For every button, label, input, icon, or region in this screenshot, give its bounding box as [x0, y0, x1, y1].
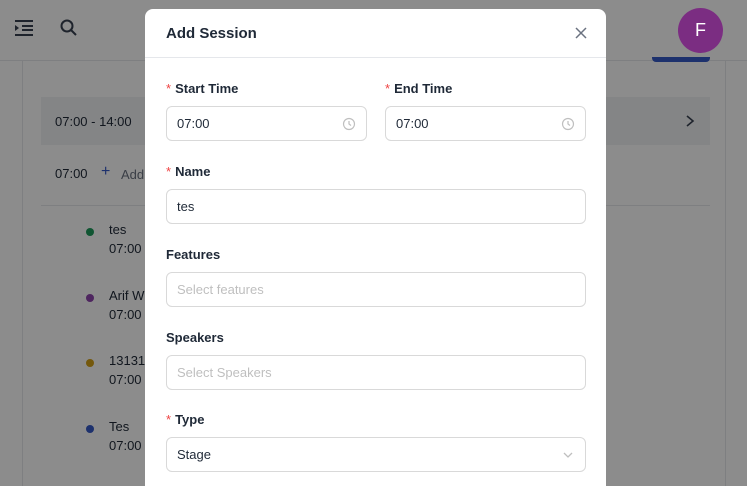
speakers-select[interactable]: Select Speakers: [166, 355, 586, 390]
features-select[interactable]: Select features: [166, 272, 586, 307]
avatar-initial: F: [695, 20, 706, 40]
end-time-label: * End Time: [385, 81, 452, 96]
type-select[interactable]: Stage: [166, 437, 586, 472]
clock-icon: [561, 117, 575, 131]
type-value: Stage: [177, 447, 211, 462]
name-label-text: Name: [175, 164, 211, 179]
modal-title: Add Session: [166, 25, 257, 42]
required-marker: *: [166, 412, 172, 427]
speakers-placeholder: Select Speakers: [177, 365, 272, 380]
start-time-label: * Start Time: [166, 81, 238, 96]
name-input[interactable]: tes: [166, 189, 586, 224]
chevron-down-icon: [563, 452, 573, 458]
required-marker: *: [385, 81, 391, 96]
close-icon[interactable]: [574, 26, 588, 40]
start-time-picker[interactable]: 07:00: [166, 106, 367, 141]
features-label: Features: [166, 247, 221, 262]
modal-header: Add Session: [145, 9, 606, 58]
name-label: * Name: [166, 164, 210, 179]
end-time-label-text: End Time: [394, 81, 453, 96]
start-time-value: 07:00: [177, 116, 210, 131]
speakers-label: Speakers: [166, 330, 224, 345]
required-marker: *: [166, 81, 172, 96]
name-value: tes: [177, 199, 195, 214]
add-session-modal: Add Session * Start Time 07:00 * End Time …: [145, 9, 606, 499]
type-label-text: Type: [175, 412, 205, 427]
end-time-value: 07:00: [396, 116, 429, 131]
features-placeholder: Select features: [177, 282, 264, 297]
required-marker: *: [166, 164, 172, 179]
avatar[interactable]: F: [678, 8, 723, 53]
start-time-label-text: Start Time: [175, 81, 239, 96]
clock-icon: [342, 117, 356, 131]
type-label: * Type: [166, 412, 204, 427]
end-time-picker[interactable]: 07:00: [385, 106, 586, 141]
